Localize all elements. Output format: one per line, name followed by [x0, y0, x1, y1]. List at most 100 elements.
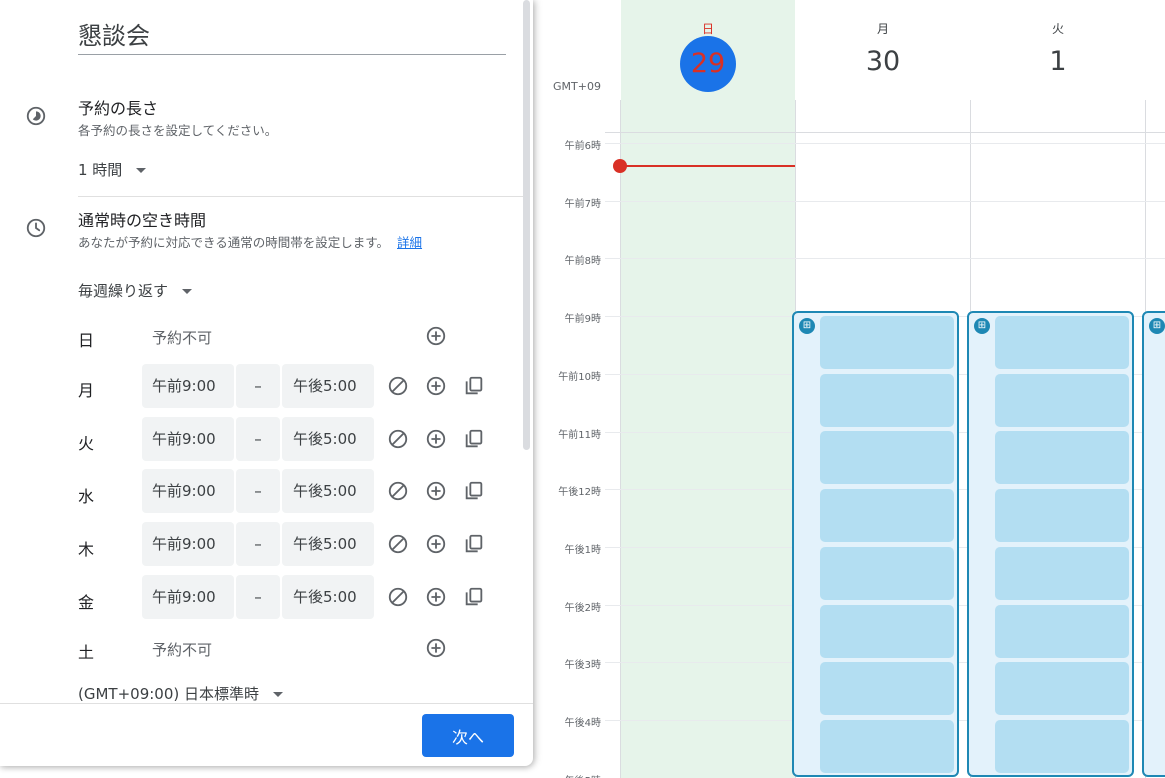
next-button[interactable]: 次へ — [422, 714, 514, 757]
booking-slot[interactable] — [820, 431, 954, 485]
block-icon[interactable] — [387, 375, 409, 397]
hour-label: 午前6時 — [564, 141, 601, 152]
day-label-sat: 土 — [78, 643, 95, 662]
booking-settings-panel: 懇談会 予約の長さ 各予約の長さを設定してください。 1 時間 通常時の空き時間… — [0, 0, 533, 766]
availability-subtitle-text: あなたが予約に対応できる通常の時間帯を設定します。 — [78, 235, 390, 250]
availability-block-tue[interactable]: ⊞ — [967, 311, 1134, 777]
start-time-field[interactable]: 午前9:00 — [142, 522, 234, 566]
block-icon[interactable] — [387, 533, 409, 555]
availability-title: 通常時の空き時間 — [78, 211, 207, 230]
timezone-label: GMT+09 — [553, 80, 601, 93]
add-circle-icon[interactable] — [425, 325, 447, 347]
booking-slot[interactable] — [820, 546, 954, 600]
booking-slot[interactable] — [820, 316, 954, 369]
unavailable-text: 予約不可 — [152, 641, 213, 659]
current-time-dot — [613, 159, 627, 173]
time-separator: – — [236, 469, 280, 513]
add-circle-icon[interactable] — [425, 586, 447, 608]
hour-line — [605, 201, 1165, 202]
hour-label: 午前9時 — [564, 314, 601, 325]
all-day-divider — [605, 132, 1165, 133]
end-time-field[interactable]: 午後5:00 — [282, 417, 374, 461]
details-link[interactable]: 詳細 — [397, 235, 422, 250]
booking-slot[interactable] — [820, 604, 954, 658]
day-header-tue[interactable]: 火 1 — [971, 0, 1145, 100]
start-time-field[interactable]: 午前9:00 — [142, 575, 234, 619]
grid-icon: ⊞ — [799, 318, 815, 334]
day-number[interactable]: 1 — [971, 46, 1145, 77]
booking-slot[interactable] — [995, 546, 1129, 600]
day-name: 火 — [1051, 22, 1064, 36]
time-separator: – — [236, 364, 280, 408]
hour-label: 午前11時 — [558, 430, 601, 441]
hour-label: 午前10時 — [558, 372, 601, 383]
day-header-mon[interactable]: 月 30 — [796, 0, 970, 100]
hour-label: 午後4時 — [564, 718, 601, 729]
copy-icon[interactable] — [463, 428, 485, 450]
repeat-dropdown[interactable]: 毎週繰り返す — [78, 280, 193, 301]
current-time-line — [621, 165, 795, 167]
add-circle-icon[interactable] — [425, 480, 447, 502]
day-label-thu: 木 — [78, 540, 95, 559]
start-time-field[interactable]: 午前9:00 — [142, 469, 234, 513]
duration-dropdown[interactable]: 1 時間 — [78, 159, 147, 180]
day-name: 月 — [876, 22, 889, 36]
end-time-field[interactable]: 午後5:00 — [282, 469, 374, 513]
page-title[interactable]: 懇談会 — [78, 16, 150, 51]
day-header-sun[interactable]: 日 29 — [621, 0, 795, 100]
end-time-field[interactable]: 午後5:00 — [282, 364, 374, 408]
day-label-sun: 日 — [78, 331, 95, 350]
unavailable-text: 予約不可 — [152, 329, 213, 347]
timezone-value: (GMT+09:00) 日本標準時 — [78, 685, 259, 703]
repeat-value: 毎週繰り返す — [78, 282, 169, 300]
time-separator: – — [236, 417, 280, 461]
add-circle-icon[interactable] — [425, 533, 447, 555]
grid-icon: ⊞ — [974, 318, 990, 334]
start-time-field[interactable]: 午前9:00 — [142, 364, 234, 408]
add-circle-icon[interactable] — [425, 428, 447, 450]
booking-slot[interactable] — [995, 489, 1129, 543]
hour-label: 午後12時 — [558, 487, 601, 498]
copy-icon[interactable] — [463, 480, 485, 502]
day-name: 日 — [701, 22, 714, 36]
booking-slot[interactable] — [995, 373, 1129, 427]
block-icon[interactable] — [387, 480, 409, 502]
end-time-field[interactable]: 午後5:00 — [282, 522, 374, 566]
clock-icon — [26, 218, 46, 238]
copy-icon[interactable] — [463, 375, 485, 397]
time-separator: – — [236, 522, 280, 566]
availability-block-mon[interactable]: ⊞ — [792, 311, 959, 777]
day-label-wed: 水 — [78, 487, 95, 506]
hour-label: 午後3時 — [564, 660, 601, 671]
booking-slot[interactable] — [820, 719, 954, 773]
booking-slot[interactable] — [820, 489, 954, 543]
block-icon[interactable] — [387, 428, 409, 450]
booking-slot[interactable] — [995, 431, 1129, 485]
copy-icon[interactable] — [463, 586, 485, 608]
chevron-down-icon — [273, 692, 283, 697]
day-number[interactable]: 30 — [796, 46, 970, 77]
timezone-dropdown[interactable]: (GMT+09:00) 日本標準時 — [78, 683, 283, 704]
hour-label: 午後1時 — [564, 545, 601, 556]
block-icon[interactable] — [387, 586, 409, 608]
add-circle-icon[interactable] — [425, 637, 447, 659]
copy-icon[interactable] — [463, 533, 485, 555]
booking-slot[interactable] — [995, 316, 1129, 369]
hour-label: 午前7時 — [564, 199, 601, 210]
availability-block-wed[interactable]: ⊞ — [1142, 311, 1165, 777]
section-divider — [78, 196, 523, 197]
add-circle-icon[interactable] — [425, 375, 447, 397]
booking-slot[interactable] — [995, 604, 1129, 658]
booking-slot[interactable] — [995, 662, 1129, 716]
booking-slot[interactable] — [995, 719, 1129, 773]
footer-divider — [0, 703, 533, 704]
day-number[interactable]: 29 — [680, 36, 736, 92]
duration-value: 1 時間 — [78, 161, 123, 179]
scrollbar[interactable] — [523, 0, 530, 450]
hour-line — [605, 258, 1165, 259]
start-time-field[interactable]: 午前9:00 — [142, 417, 234, 461]
chevron-down-icon — [182, 289, 193, 294]
end-time-field[interactable]: 午後5:00 — [282, 575, 374, 619]
booking-slot[interactable] — [820, 662, 954, 716]
booking-slot[interactable] — [820, 373, 954, 427]
